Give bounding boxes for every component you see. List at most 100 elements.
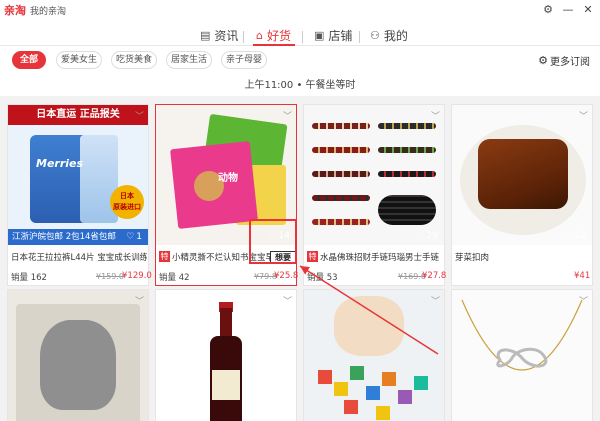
- filter-home[interactable]: 居家生活: [166, 51, 212, 69]
- product-sales: 销量 162: [11, 273, 47, 283]
- product-title[interactable]: 芽菜扣肉: [455, 251, 591, 263]
- product-image[interactable]: ﹀: [156, 290, 296, 421]
- filter-all[interactable]: 全部: [12, 51, 46, 69]
- toy-block: [414, 376, 428, 390]
- product-card[interactable]: ♡ 12 ﹀ 芽菜扣肉 ¥41: [451, 104, 593, 286]
- tab-divider: [302, 31, 303, 43]
- product-sales: 销量 42: [159, 273, 190, 283]
- chevron-down-icon[interactable]: ﹀: [431, 109, 440, 122]
- promo-banner: 日本直运 正品报关: [8, 105, 148, 125]
- chevron-down-icon[interactable]: ﹀: [283, 109, 292, 122]
- shop-icon: ▣: [314, 29, 325, 42]
- chevron-down-icon[interactable]: ﹀: [431, 294, 440, 307]
- tab-label: 资讯: [214, 29, 239, 43]
- bead-bracelet: [378, 171, 436, 177]
- bead-bracelet: [312, 171, 370, 177]
- chevron-down-icon[interactable]: ﹀: [135, 109, 144, 122]
- bead-bracelet: [312, 195, 370, 201]
- product-title-text: 水晶佛珠招财手链玛瑙男士手链: [320, 253, 440, 263]
- product-card[interactable]: ﹀: [155, 289, 297, 421]
- heart-icon: ♡: [126, 232, 135, 242]
- elephant-art: [40, 320, 116, 410]
- child-art: [334, 296, 404, 356]
- time-label: 上午11:00 • 午餐坐等时: [244, 80, 356, 91]
- product-price: ¥27.8: [422, 271, 447, 281]
- app-subtitle[interactable]: 我的亲淘: [30, 4, 66, 17]
- product-title-text: 小精灵撕不烂认知书宝宝早教: [172, 253, 283, 263]
- tab-shops[interactable]: ▣ 店铺: [314, 27, 352, 44]
- like-count[interactable]: ♡ 1: [126, 232, 142, 242]
- main-tab-bar: ▤ 资讯 ⌂ 好货 ▣ 店铺 ⚇ 我的: [0, 24, 600, 46]
- chevron-down-icon[interactable]: ﹀: [579, 109, 588, 122]
- product-image[interactable]: 日本直运 正品报关 Merries 日本 原装进口 江浙沪皖包邮 2包14省包邮…: [8, 105, 148, 245]
- tab-label: 店铺: [328, 29, 353, 43]
- user-icon: ⚇: [370, 29, 380, 42]
- original-price: ¥159.0: [96, 272, 124, 281]
- tab-news[interactable]: ▤ 资讯: [200, 27, 238, 44]
- bead-bracelet: [378, 147, 436, 153]
- like-count[interactable]: ♡ 29: [416, 231, 438, 241]
- minimize-icon[interactable]: —: [560, 2, 576, 18]
- product-sales: 销量 53: [307, 273, 338, 283]
- braised-pork-art: [478, 139, 568, 209]
- category-filter-bar: 全部 爱美女生 吃货美食 居家生活 亲子母婴 ⚙ 更多订阅: [0, 49, 600, 71]
- product-title[interactable]: 特水晶佛珠招财手链玛瑙男士手链: [307, 251, 443, 263]
- tab-mine[interactable]: ⚇ 我的: [370, 27, 408, 44]
- toy-block: [376, 406, 390, 420]
- bead-bracelet: [378, 123, 436, 129]
- toy-block: [398, 390, 412, 404]
- filter-food[interactable]: 吃货美食: [111, 51, 157, 69]
- window-controls: ⚙ — ✕: [540, 2, 596, 18]
- toy-block: [344, 400, 358, 414]
- product-image[interactable]: ﹀: [452, 290, 592, 421]
- heart-icon: ♡: [416, 231, 425, 241]
- close-icon[interactable]: ✕: [580, 2, 596, 18]
- bead-necklace: [378, 195, 436, 225]
- product-image[interactable]: 动物 ♡ 14 ﹀: [156, 105, 296, 245]
- product-card[interactable]: ﹀: [7, 289, 149, 421]
- like-number: 14: [278, 231, 290, 241]
- product-card[interactable]: ♡ 29 ﹀ 特水晶佛珠招财手链玛瑙男士手链 销量 53 ¥169.0 ¥27.8: [303, 104, 447, 286]
- tab-label: 好货: [266, 29, 291, 43]
- toy-block: [350, 366, 364, 380]
- like-count[interactable]: ♡ 12: [564, 231, 586, 241]
- tab-goods[interactable]: ⌂ 好货: [256, 27, 291, 44]
- product-image[interactable]: ♡ 12 ﹀: [452, 105, 592, 245]
- brand-logo: Merries: [36, 157, 84, 170]
- bead-bracelet: [312, 147, 370, 153]
- product-card[interactable]: ﹀: [451, 289, 593, 421]
- settings-icon[interactable]: ⚙: [540, 2, 556, 18]
- product-image[interactable]: ♡ 29 ﹀: [304, 105, 444, 245]
- special-offer-badge: 特: [307, 251, 318, 262]
- product-price: ¥25.8: [274, 271, 299, 281]
- chevron-down-icon[interactable]: ﹀: [579, 294, 588, 307]
- product-image[interactable]: ﹀: [8, 290, 148, 421]
- book-cover-text: 动物: [218, 173, 238, 184]
- special-offer-badge: 特: [159, 251, 170, 262]
- product-grid: 日本直运 正品报关 Merries 日本 原装进口 江浙沪皖包邮 2包14省包邮…: [0, 96, 600, 421]
- like-count[interactable]: ♡ 14: [268, 231, 290, 241]
- more-subscriptions-button[interactable]: ⚙ 更多订阅: [538, 53, 590, 68]
- want-button[interactable]: 想要: [270, 251, 296, 264]
- filter-baby[interactable]: 亲子母婴: [221, 51, 267, 69]
- tab-divider: [359, 31, 360, 43]
- product-title[interactable]: 日本花王拉拉裤L44片 宝宝成长训练: [11, 251, 147, 263]
- like-number: 12: [574, 231, 586, 241]
- product-price: ¥129.0: [122, 271, 152, 281]
- product-card[interactable]: ﹀: [303, 289, 445, 421]
- bottle-neck-art: [220, 308, 232, 338]
- filter-beauty[interactable]: 爱美女生: [56, 51, 102, 69]
- toy-block: [334, 382, 348, 396]
- origin-badge: 日本 原装进口: [110, 185, 144, 219]
- product-image[interactable]: ﹀: [304, 290, 444, 421]
- chevron-down-icon[interactable]: ﹀: [283, 294, 292, 307]
- active-tab-indicator: [253, 44, 295, 46]
- like-number: 1: [136, 232, 142, 242]
- toy-block: [318, 370, 332, 384]
- app-logo: 亲淘: [4, 4, 26, 17]
- heart-icon: ♡: [268, 231, 277, 241]
- necklace-art: [461, 299, 583, 371]
- product-card[interactable]: 日本直运 正品报关 Merries 日本 原装进口 江浙沪皖包邮 2包14省包邮…: [7, 104, 152, 286]
- chevron-down-icon[interactable]: ﹀: [135, 294, 144, 307]
- title-bar: 亲淘 我的亲淘 ⚙ — ✕: [0, 0, 600, 20]
